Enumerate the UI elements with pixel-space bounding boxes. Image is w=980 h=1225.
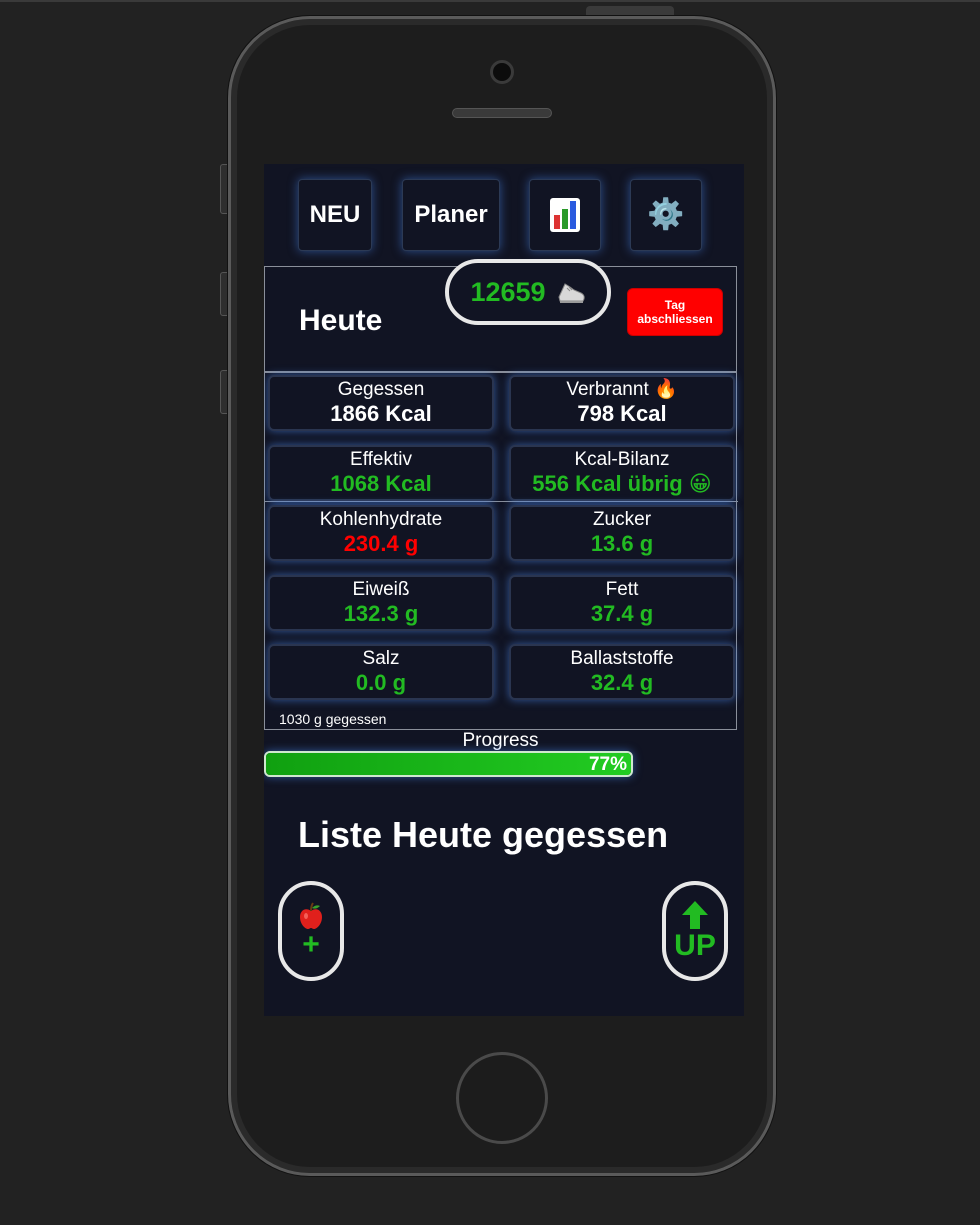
home-button[interactable] [456,1052,548,1144]
page-title: Heute [299,304,383,337]
stat-sugar: Zucker 13.6 g [509,505,735,561]
close-day-label-1: Tag [664,298,686,312]
list-title: Liste Heute gegessen [298,814,669,855]
progress-value: 77% [588,754,627,775]
stat-fiber: Ballaststoffe 32.4 g [509,644,735,700]
stat-value: 230.4 g [343,531,419,556]
stat-label: Eiweiß [352,579,410,600]
stat-label: Ballaststoffe [570,648,674,669]
stat-label: Salz [362,648,400,669]
speaker-grille [452,108,552,118]
stat-eaten: Gegessen 1866 Kcal [268,375,494,431]
planer-button[interactable]: Planer [402,179,500,251]
add-plus: + [302,928,320,961]
eaten-grams: 1030 g gegessen [279,711,387,727]
add-food-button[interactable]: + [278,881,344,981]
top-nav: NEU Planer ⚙️ [264,164,744,266]
scroll-up-button[interactable]: UP [662,881,728,981]
new-button[interactable]: NEU [298,179,372,251]
stat-label: Gegessen [337,379,425,400]
shoe-icon [558,283,585,303]
gear-icon: ⚙️ [647,198,685,231]
progress-bar: 77% [264,751,633,777]
stat-label: Effektiv [350,449,412,470]
stat-label: Kohlenhydrate [319,509,443,530]
camera [490,60,514,84]
section-divider [265,501,738,502]
stat-fat: Fett 37.4 g [509,575,735,631]
stat-value: 1866 Kcal [330,401,432,426]
stat-value: 1068 Kcal [330,471,432,496]
step-count: 12659 [470,276,546,307]
apple-icon [300,902,322,929]
stat-value: 32.4 g [590,670,654,695]
stat-value: 0.0 g [355,670,407,695]
stat-salt: Salz 0.0 g [268,644,494,700]
stat-value: 37.4 g [590,601,654,626]
statistics-button[interactable] [529,179,601,251]
stat-carbs: Kohlenhydrate 230.4 g [268,505,494,561]
stat-label: Fett [605,579,639,600]
today-header: Heute 12659 Tag abschliessen [264,259,737,372]
step-counter[interactable]: 12659 [445,259,611,325]
stat-kcal-balance: Kcal-Bilanz 556 Kcal übrig 😀 [509,445,735,501]
top-border [0,0,980,2]
arrow-up-icon [682,901,708,929]
stat-effective: Effektiv 1068 Kcal [268,445,494,501]
up-label: UP [674,929,716,962]
close-day-button[interactable]: Tag abschliessen [627,288,723,336]
nutrition-stats: Gegessen 1866 Kcal Verbrannt 🔥 798 Kcal … [264,372,738,730]
stat-label: Kcal-Bilanz [574,449,670,470]
settings-button[interactable]: ⚙️ [630,179,702,251]
progress-label: Progress [462,730,539,751]
stat-protein: Eiweiß 132.3 g [268,575,494,631]
stat-value: 556 Kcal übrig 😀 [532,471,712,496]
stat-value: 132.3 g [343,601,419,626]
close-day-label-2: abschliessen [637,312,713,326]
stat-label: Verbrannt 🔥 [566,379,678,400]
stat-label: Zucker [592,509,652,530]
stat-value: 798 Kcal [577,401,667,426]
progress-fill [266,753,631,775]
app-screen: NEU Planer ⚙️ Heute 12659 Tag abschliess… [264,164,744,1016]
stat-burned: Verbrannt 🔥 798 Kcal [509,375,735,431]
stat-value: 13.6 g [590,531,654,556]
bar-chart-icon [550,198,580,232]
